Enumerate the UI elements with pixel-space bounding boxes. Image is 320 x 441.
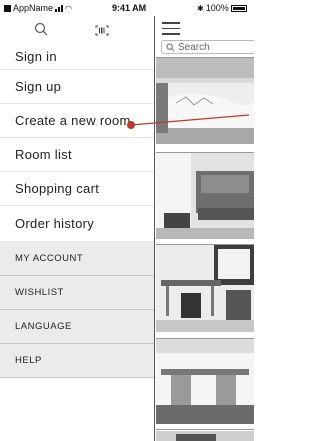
barcode-scan-icon[interactable] [95,25,109,36]
battery-percent: 100% [205,3,229,13]
hamburger-menu-icon[interactable] [162,22,180,39]
menu-item-help[interactable]: HELP [0,344,154,378]
search-icon[interactable] [34,22,48,36]
drawer-toolbar [0,16,154,48]
status-time: 9:41 AM [112,3,147,13]
menu-item-my-account[interactable]: MY ACCOUNT [0,242,154,276]
room-photo[interactable] [156,338,254,424]
status-bar: AppName ◠ 9:41 AM ✱ 100% [0,0,254,16]
menu-item-sign-in[interactable]: Sign in [0,48,154,70]
search-icon [166,42,175,51]
menu-item-shopping-cart[interactable]: Shopping cart [0,172,154,206]
menu-item-sign-up[interactable]: Sign up [0,70,154,104]
battery-icon [230,4,247,12]
search-placeholder: Search [178,41,210,53]
search-bar[interactable]: Search [161,40,254,54]
bluetooth-icon: ✱ [197,3,204,13]
callout-annotation [127,114,250,129]
room-photo[interactable] [156,244,254,332]
menu-item-room-list[interactable]: Room list [0,138,154,172]
menu-item-wishlist[interactable]: WISHLIST [0,276,154,310]
wifi-icon: ◠ [65,3,73,13]
carrier-label: AppName [13,3,54,13]
app-screen: AppName ◠ 9:41 AM ✱ 100% Search Sign in … [0,0,254,441]
menu-item-order-history[interactable]: Order history [0,206,154,242]
main-content-behind-drawer: Search [155,16,254,441]
room-photo[interactable] [156,152,254,239]
room-photo[interactable] [156,429,254,441]
signal-icon [55,4,64,12]
navigation-drawer: Sign in Sign up Create a new room Room l… [0,16,155,441]
back-to-app-icon[interactable] [4,4,11,12]
menu-item-language[interactable]: LANGUAGE [0,310,154,344]
